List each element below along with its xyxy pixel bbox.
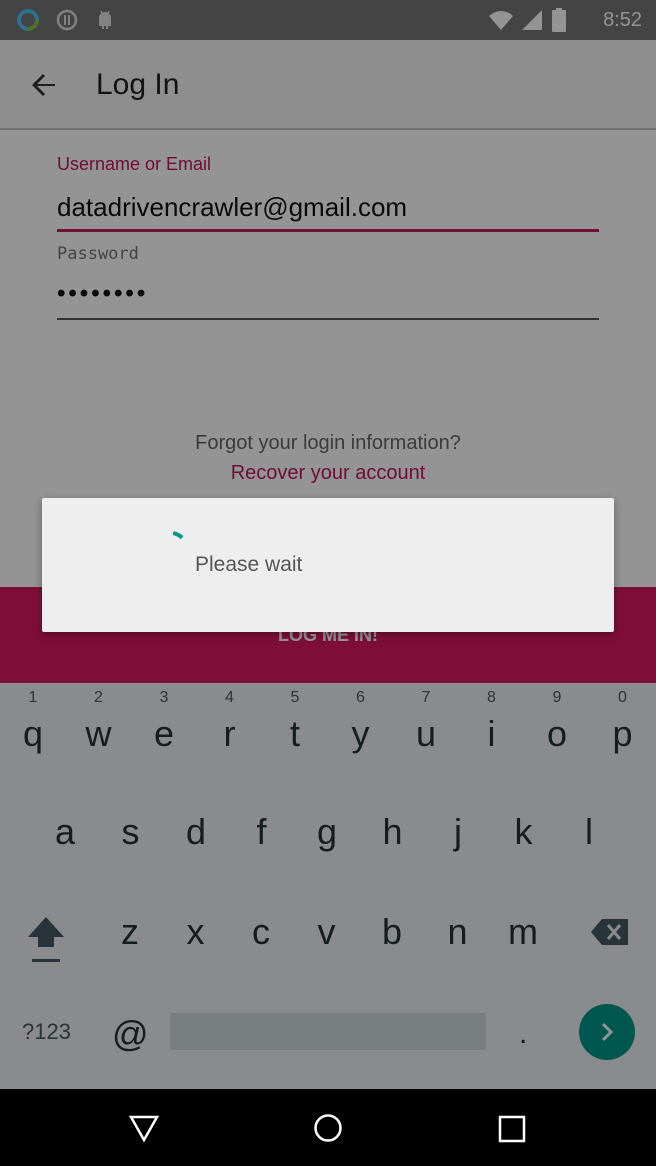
loading-spinner-icon [172, 531, 184, 540]
back-triangle-icon[interactable] [128, 1113, 160, 1143]
navigation-bar [0, 1089, 656, 1166]
please-wait-message: Please wait [195, 553, 303, 576]
please-wait-dialog: Please wait [42, 498, 614, 632]
recents-square-icon[interactable] [497, 1114, 527, 1144]
home-circle-icon[interactable] [312, 1112, 344, 1144]
